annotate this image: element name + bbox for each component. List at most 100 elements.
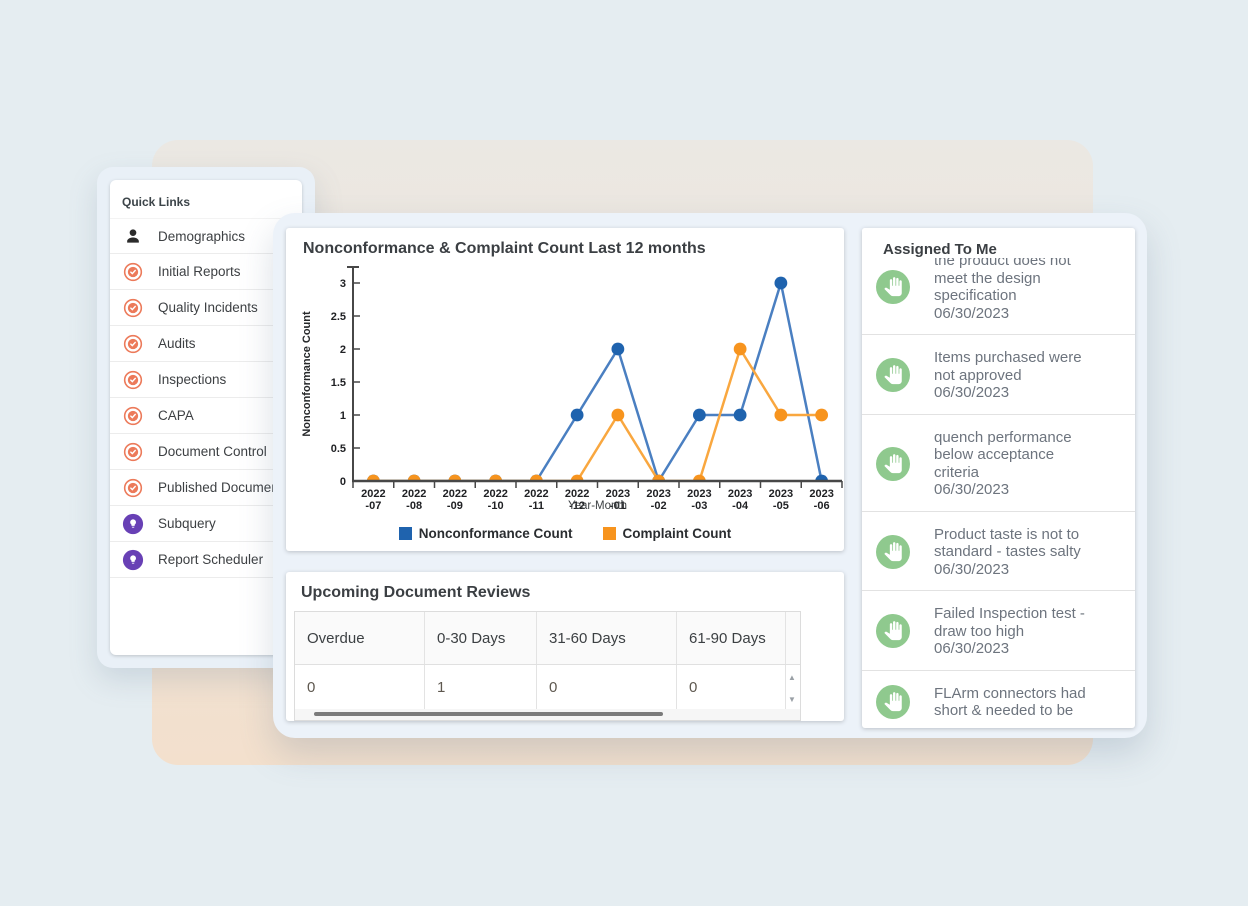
- data-point: [815, 409, 828, 422]
- assigned-task-item[interactable]: Product taste is not to standard - taste…: [862, 512, 1135, 592]
- task-description: Failed Inspection test - draw too high: [934, 605, 1085, 640]
- check-circle-icon: [122, 333, 144, 355]
- table-row: 0100: [295, 665, 800, 709]
- hand-icon: [876, 614, 910, 648]
- data-point: [734, 343, 747, 356]
- column-header: 0-30 Days: [425, 612, 537, 664]
- task-due-date: 06/30/2023: [934, 640, 1085, 658]
- document-reviews-title: Upcoming Document Reviews: [286, 572, 844, 602]
- x-tick-label: -07: [365, 500, 381, 512]
- x-tick-label: 2022: [402, 488, 426, 500]
- y-tick-label: 2.5: [331, 311, 346, 323]
- check-circle-icon: [123, 262, 143, 282]
- x-tick-label: 2022: [361, 488, 385, 500]
- data-point: [734, 409, 747, 422]
- check-circle-icon: [122, 297, 144, 319]
- hand-icon: [876, 270, 910, 304]
- x-tick-label: 2023: [728, 488, 752, 500]
- x-tick-label: -06: [814, 500, 830, 512]
- hand-icon: [876, 535, 910, 569]
- y-tick-label: 0: [340, 476, 346, 488]
- x-tick-label: -08: [406, 500, 422, 512]
- legend-entry: Complaint Count: [603, 526, 732, 541]
- sidebar-item-label: Document Control: [158, 444, 267, 459]
- y-tick-label: 1.5: [331, 377, 346, 389]
- hand-icon: [876, 685, 910, 719]
- x-tick-label: -10: [488, 500, 504, 512]
- check-circle-icon: [123, 406, 143, 426]
- legend-swatch-icon: [399, 527, 412, 540]
- hand-icon: [876, 270, 910, 304]
- assigned-task-item[interactable]: FLArm connectors had short & needed to b…: [862, 671, 1135, 729]
- task-due-date: 06/30/2023: [934, 305, 1071, 323]
- y-axis-title: Nonconformance Count: [301, 311, 313, 437]
- check-circle-icon: [123, 334, 143, 354]
- lightbulb-icon: [122, 549, 144, 571]
- x-tick-label: -05: [773, 500, 789, 512]
- x-tick-label: -02: [651, 500, 667, 512]
- column-header: Overdue: [295, 612, 425, 664]
- table-header-row: Overdue0-30 Days31-60 Days61-90 Days: [295, 612, 800, 665]
- data-point: [571, 409, 584, 422]
- assigned-to-me-title: Assigned To Me: [862, 228, 1135, 258]
- person-icon: [123, 226, 143, 246]
- legend-label: Complaint Count: [623, 526, 732, 541]
- vertical-scrollbar: ▲ ▼: [784, 612, 800, 720]
- hand-icon: [876, 535, 910, 569]
- y-tick-label: 3: [340, 278, 346, 290]
- sidebar-item-label: CAPA: [158, 408, 194, 423]
- chart-legend: Nonconformance Count Complaint Count: [286, 526, 844, 541]
- line-chart: 00.511.522.532022-072022-082022-092022-1…: [286, 262, 844, 514]
- x-tick-label: 2023: [809, 488, 833, 500]
- assigned-task-item[interactable]: the product does not meet the design spe…: [862, 252, 1135, 335]
- lightbulb-icon: [122, 549, 144, 571]
- x-tick-label: 2022: [565, 488, 589, 500]
- assigned-task-item[interactable]: Failed Inspection test - draw too high06…: [862, 591, 1135, 671]
- sidebar-item-label: Published Documents: [158, 480, 289, 495]
- data-point: [611, 409, 624, 422]
- x-tick-label: 2023: [687, 488, 711, 500]
- horizontal-scrollbar[interactable]: [295, 709, 800, 720]
- x-tick-label: -11: [529, 500, 544, 512]
- assigned-task-item[interactable]: Items purchased were not approved06/30/2…: [862, 335, 1135, 415]
- table-cell: 0: [537, 665, 677, 709]
- table-cell: 0: [295, 665, 425, 709]
- series-line: [373, 283, 821, 481]
- legend-entry: Nonconformance Count: [399, 526, 573, 541]
- check-circle-icon: [123, 298, 143, 318]
- scroll-down-icon[interactable]: ▼: [788, 696, 796, 704]
- data-point: [774, 409, 787, 422]
- sidebar-item-label: Audits: [158, 336, 196, 351]
- x-tick-label: -03: [691, 500, 707, 512]
- y-tick-label: 1: [340, 410, 346, 422]
- check-circle-icon: [122, 369, 144, 391]
- scroll-up-icon[interactable]: ▲: [788, 674, 796, 682]
- task-description: Items purchased were not approved: [934, 349, 1082, 384]
- dashboard-card: Nonconformance & Complaint Count Last 12…: [273, 213, 1147, 738]
- horizontal-scrollbar-thumb[interactable]: [314, 712, 663, 716]
- task-description: quench performance below acceptance crit…: [934, 429, 1072, 482]
- sidebar-item-label: Report Scheduler: [158, 552, 263, 567]
- check-circle-icon: [123, 442, 143, 462]
- task-description: Product taste is not to standard - taste…: [934, 526, 1081, 561]
- quick-links-title: Quick Links: [110, 180, 302, 218]
- assigned-task-item[interactable]: quench performance below acceptance crit…: [862, 415, 1135, 512]
- column-header: 61-90 Days: [677, 612, 786, 664]
- document-reviews-panel: Upcoming Document Reviews Overdue0-30 Da…: [286, 572, 844, 721]
- hand-icon: [876, 358, 910, 392]
- check-circle-icon: [122, 405, 144, 427]
- y-tick-label: 0.5: [331, 443, 346, 455]
- sidebar-item-label: Subquery: [158, 516, 216, 531]
- y-tick-label: 2: [340, 344, 346, 356]
- check-circle-icon: [122, 441, 144, 463]
- table-cell: 0: [677, 665, 786, 709]
- assigned-to-me-list: the product does not meet the design spe…: [862, 228, 1135, 728]
- check-circle-icon: [122, 261, 144, 283]
- task-due-date: 06/30/2023: [934, 481, 1072, 499]
- data-point: [693, 409, 706, 422]
- legend-swatch-icon: [603, 527, 616, 540]
- column-header: 31-60 Days: [537, 612, 677, 664]
- x-tick-label: 2023: [646, 488, 670, 500]
- hand-icon: [876, 358, 910, 392]
- sidebar-item-label: Demographics: [158, 229, 245, 244]
